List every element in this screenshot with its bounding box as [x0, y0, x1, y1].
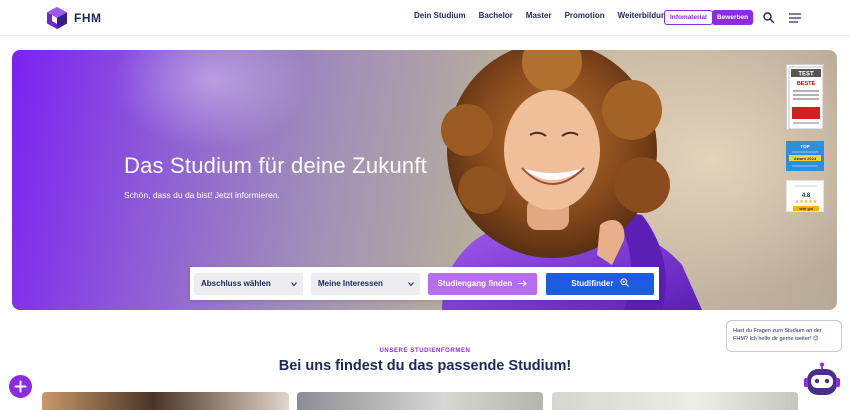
floating-plus-button[interactable] [9, 375, 32, 398]
study-form-card-1[interactable] [42, 392, 289, 410]
nav-item-master[interactable]: Master [526, 11, 552, 20]
find-study-button[interactable]: Studiengang finden [428, 273, 537, 295]
badge-award-label: Award 2024 [794, 156, 817, 161]
badge-top-label: TOP [800, 144, 809, 149]
chat-line-1: Hast du Fragen zum Studium an der [733, 328, 822, 334]
badge-best-label: BESTE [797, 81, 816, 87]
nav-item-bachelor[interactable]: Bachelor [479, 11, 513, 20]
infomaterial-button[interactable]: Infomaterial [664, 10, 713, 25]
magnifier-icon [620, 278, 629, 287]
nav-item-promotion[interactable]: Promotion [565, 11, 605, 20]
nav-item-weiterbildung[interactable]: Weiterbildung [618, 11, 671, 20]
section-eyebrow: UNSERE STUDIENFORMEN [379, 348, 471, 354]
chevron-down-icon [291, 282, 297, 287]
section-title: Bei uns findest du das passende Studium! [278, 358, 572, 374]
chat-bubble[interactable]: Hast du Fragen zum Studium an der FHM? I… [726, 320, 842, 352]
study-form-card-3[interactable] [552, 392, 798, 410]
menu-icon[interactable] [789, 13, 801, 23]
degree-select-label: Abschluss wählen [201, 279, 271, 288]
interest-select-label: Meine Interessen [318, 279, 383, 288]
hero-title: Das Studium für deine Zukunft [124, 153, 427, 178]
search-icon[interactable] [763, 12, 774, 23]
rating-badge[interactable]: 4.8 ★★★★★ sehr gut [786, 180, 824, 212]
study-form-card-2[interactable] [297, 392, 543, 410]
logo-text: FHM [74, 11, 102, 25]
logo-icon [47, 7, 67, 29]
logo[interactable]: FHM [46, 6, 102, 30]
badge-rating-label: sehr gut [799, 207, 814, 211]
chevron-down-icon [408, 282, 414, 287]
degree-select[interactable]: Abschluss wählen [194, 273, 303, 295]
hero-subtitle: Schön, dass du da bist! Jetzt informiere… [124, 190, 280, 200]
chat-line-2: FHM? Ich helfe dir gerne weiter! 😊 [733, 336, 819, 342]
plus-icon [14, 380, 27, 393]
svg-text:★★★★★: ★★★★★ [795, 199, 818, 205]
apply-button[interactable]: Bewerben [712, 10, 754, 25]
chatbot-icon[interactable] [804, 362, 840, 400]
studifinder-label: Studifinder [571, 279, 614, 288]
main-nav: Dein Studium Bachelor Master Promotion W… [414, 11, 671, 20]
top-employer-badge[interactable]: TOP Award 2024 [786, 141, 824, 171]
find-study-label: Studiengang finden [437, 279, 513, 288]
study-finder-bar: Abschluss wählen Meine Interessen Studie… [190, 267, 659, 300]
studifinder-button[interactable]: Studifinder [546, 273, 654, 295]
focus-money-badge[interactable]: TEST BESTE [786, 64, 824, 130]
badge-test-label: TEST [798, 72, 814, 78]
site-header: FHM Dein Studium Bachelor Master Promoti… [0, 0, 850, 36]
interest-select[interactable]: Meine Interessen [311, 273, 420, 295]
arrow-right-icon [518, 280, 528, 287]
nav-item-dein-studium[interactable]: Dein Studium [414, 11, 466, 20]
